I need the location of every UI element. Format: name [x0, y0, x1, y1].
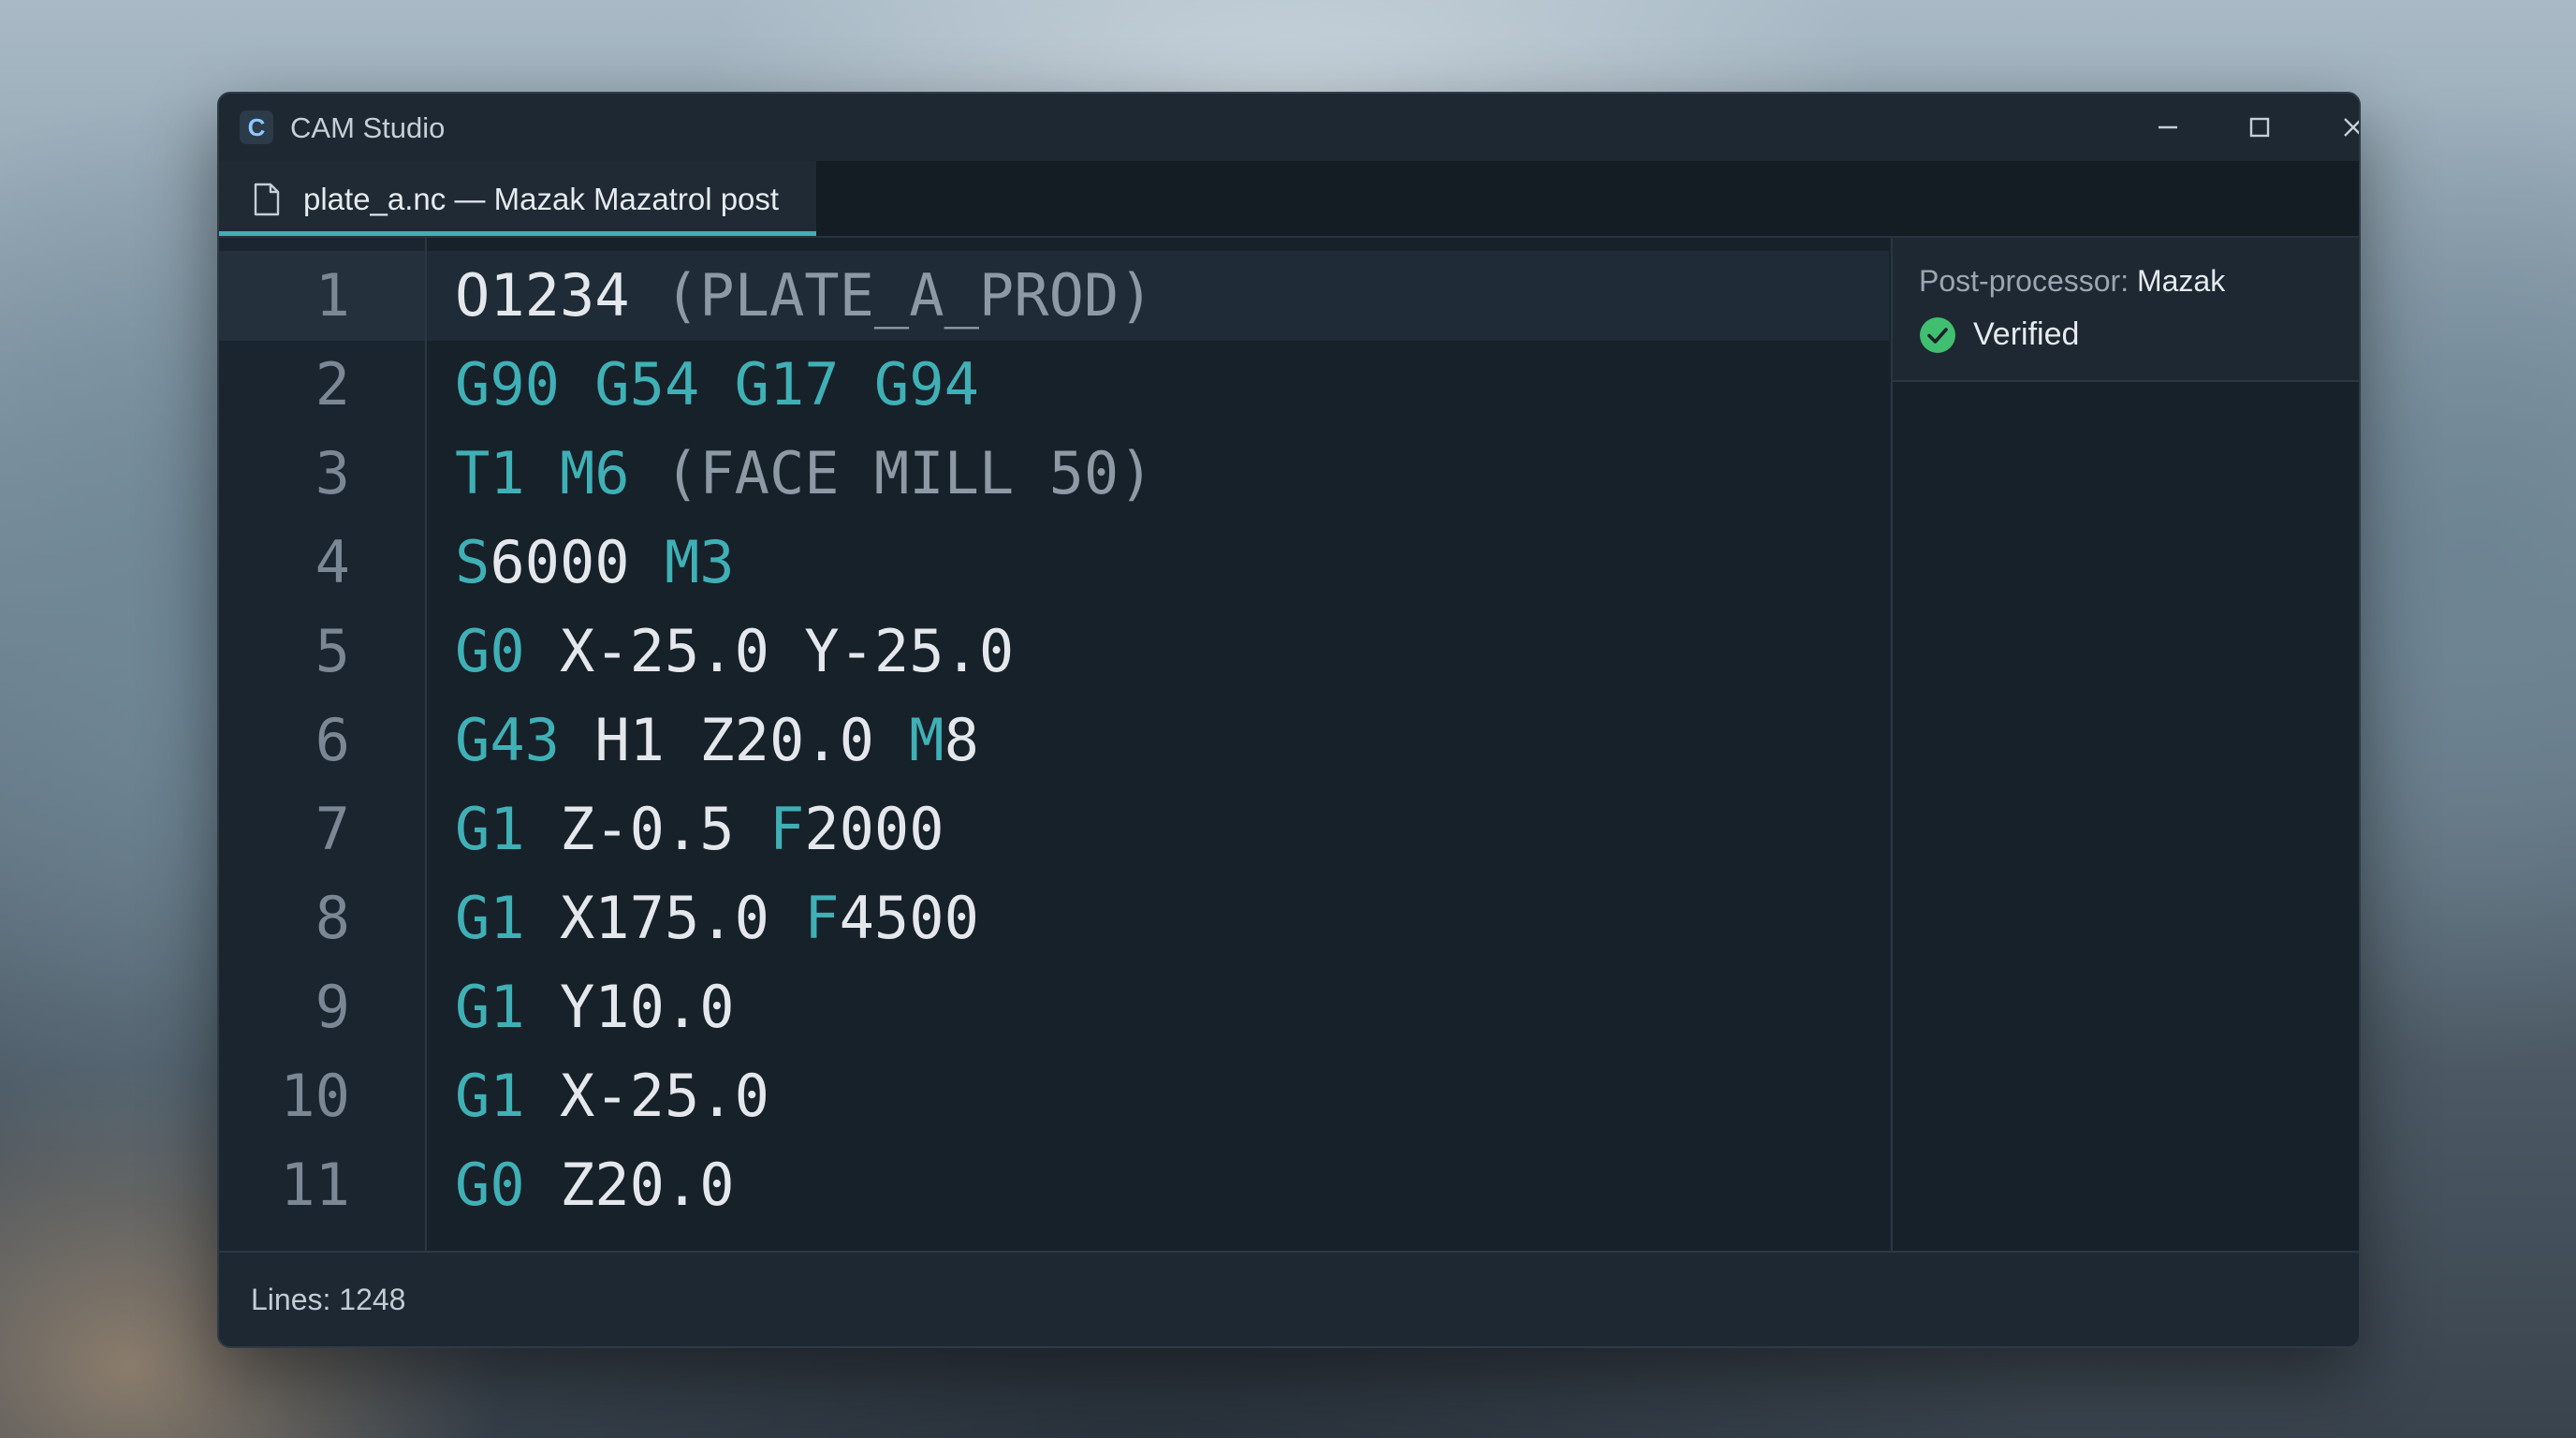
code-line[interactable]: G0 Z20.0 — [455, 1140, 735, 1229]
code-text: 2000 — [804, 795, 944, 863]
post-processor-value: Mazak — [2136, 264, 2226, 298]
line-number: 1 — [315, 261, 350, 330]
post-processor-panel: Post-processor: Mazak Verified — [1893, 238, 2359, 382]
post-processor-label: Post-processor: — [1919, 264, 2130, 298]
code-keyword: G0 — [455, 617, 560, 685]
code-comment: (PLATE_A_PROD) — [664, 261, 1154, 330]
code-keyword: F — [768, 795, 805, 863]
code-line[interactable]: G1 Y10.0 — [455, 962, 735, 1051]
code-line[interactable]: S6000 M3 — [455, 518, 735, 607]
tab-label: plate_a.nc — Mazak Mazatrol post — [303, 182, 780, 216]
code-keyword: F — [804, 884, 840, 952]
code-text: Y10.0 — [559, 973, 735, 1041]
code-keyword: T1 M6 — [455, 439, 665, 507]
title-bar: C CAM Studio — [219, 94, 2359, 161]
line-number-gutter: 1 2 3 4 5 6 7 8 9 10 11 — [219, 238, 427, 1251]
minimize-icon — [2159, 125, 2177, 129]
code-text: X175.0 — [559, 884, 805, 952]
line-number: 5 — [315, 617, 350, 685]
code-keyword: G0 — [455, 1151, 560, 1219]
line-number: 4 — [315, 528, 350, 596]
code-line[interactable]: G90 G54 G17 G94 — [455, 340, 979, 429]
code-text: Z-0.5 — [559, 795, 769, 863]
code-keyword: G1 — [455, 884, 560, 952]
code-line[interactable]: G0 X-25.0 Y-25.0 — [455, 607, 1014, 696]
maximize-button[interactable] — [2230, 105, 2290, 150]
code-text: 4500 — [839, 884, 979, 952]
line-number: 9 — [315, 973, 350, 1041]
code-keyword: G1 — [455, 1062, 560, 1130]
code-text: O1234 — [455, 261, 665, 330]
code-keyword: G43 — [455, 706, 595, 774]
app-logo-icon: C — [240, 110, 273, 144]
code-keyword: S — [455, 528, 490, 596]
line-count: Lines: 1248 — [251, 1283, 406, 1316]
maximize-icon — [2249, 117, 2270, 138]
post-processor-info: Post-processor: Mazak — [1919, 264, 2225, 299]
code-keyword: G1 — [455, 795, 560, 863]
tab-plate-a-nc[interactable]: plate_a.nc — Mazak Mazatrol post — [219, 161, 816, 236]
code-line[interactable]: G1 Z-0.5 F2000 — [455, 785, 944, 873]
side-panel: Post-processor: Mazak Verified — [1891, 238, 2359, 1251]
code-line[interactable]: T1 M6 (FACE MILL 50) — [455, 429, 1154, 518]
verified-status: Verified — [1973, 316, 2080, 352]
code-keyword: G1 — [455, 973, 560, 1041]
code-text: Z20.0 — [559, 1151, 735, 1219]
check-circle-icon — [1920, 317, 1955, 353]
tab-bar: plate_a.nc — Mazak Mazatrol post — [219, 161, 2359, 238]
code-editor[interactable]: 1 2 3 4 5 6 7 8 9 10 11 O1234 (PLATE_A_PROD) G90 G5… — [219, 238, 1889, 1251]
code-line[interactable]: G1 X175.0 F4500 — [455, 873, 979, 962]
code-keyword: M — [909, 706, 944, 774]
app-title: CAM Studio — [290, 111, 446, 144]
code-line[interactable]: G43 H1 Z20.0 M8 — [455, 696, 979, 785]
code-text: X-25.0 Y-25.0 — [559, 617, 1015, 685]
line-number: 10 — [280, 1062, 350, 1130]
minimize-button[interactable] — [2138, 105, 2198, 150]
close-button[interactable] — [2323, 105, 2359, 150]
app-window: C CAM Studio plate_a.nc — Mazak Mazatrol… — [217, 92, 2361, 1348]
line-number: 2 — [315, 350, 350, 418]
code-text: 8 — [944, 706, 979, 774]
line-number: 8 — [315, 884, 350, 952]
code-text: H1 Z20.0 — [594, 706, 910, 774]
line-number: 11 — [280, 1151, 350, 1219]
close-icon — [2344, 118, 2359, 137]
code-line[interactable]: O1234 (PLATE_A_PROD) — [455, 251, 1154, 340]
line-number: 3 — [315, 439, 350, 507]
code-text: X-25.0 — [559, 1062, 769, 1130]
code-line[interactable]: G1 X-25.0 — [455, 1051, 769, 1140]
file-icon — [254, 183, 280, 216]
code-keyword: G90 G54 G17 G94 — [455, 350, 979, 418]
status-bar: Lines: 1248 — [219, 1251, 2359, 1346]
code-comment: (FACE MILL 50) — [664, 439, 1154, 507]
code-keyword: M3 — [664, 528, 735, 596]
line-number: 7 — [315, 795, 350, 863]
code-text: 6000 — [490, 528, 665, 596]
line-number: 6 — [315, 706, 350, 774]
